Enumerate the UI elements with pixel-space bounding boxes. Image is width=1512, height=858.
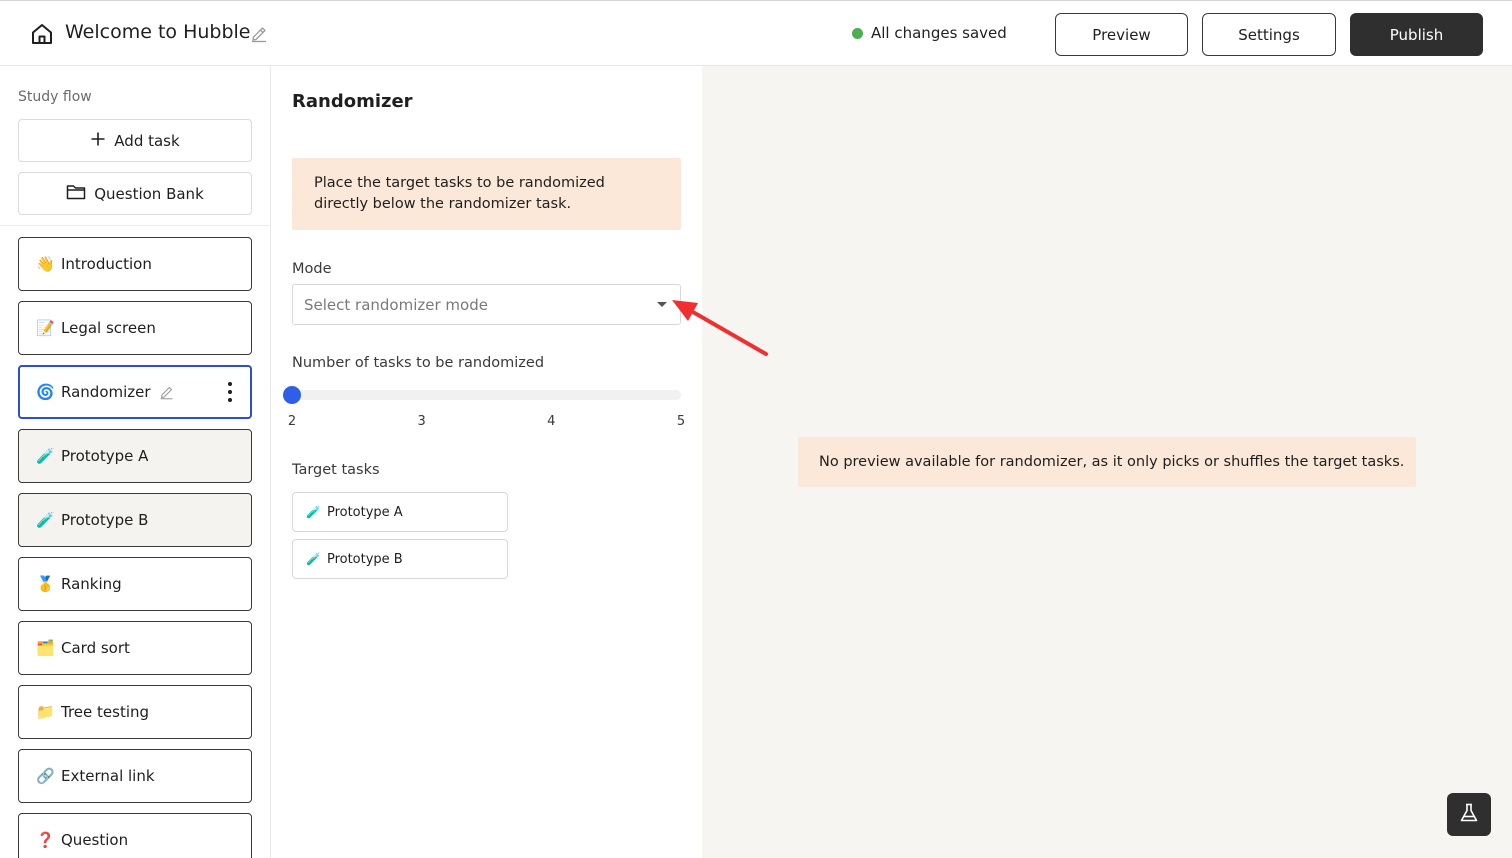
question-mark-icon: ❓: [36, 831, 55, 849]
slider-tick: 4: [547, 414, 556, 429]
caret-down-icon: [657, 302, 667, 307]
question-bank-button[interactable]: Question Bank: [18, 172, 252, 215]
slider-tick: 2: [287, 414, 297, 429]
randomize-count-label: Number of tasks to be randomized: [292, 355, 545, 371]
memo-icon: 📝: [36, 319, 55, 337]
slider-tick: 3: [417, 414, 426, 429]
settings-button[interactable]: Settings: [1202, 13, 1336, 56]
question-bank-label: Question Bank: [94, 184, 204, 203]
top-bar: Welcome to Hubble All changes saved Prev…: [0, 0, 1512, 66]
study-title: Welcome to Hubble: [65, 21, 251, 43]
slider-tick: 5: [676, 414, 686, 429]
target-task-chip[interactable]: 🧪 Prototype B: [292, 539, 508, 579]
task-label: Prototype B: [61, 511, 149, 529]
saved-status-dot: [852, 27, 863, 39]
sidebar-item-ranking[interactable]: 🥇 Ranking: [18, 557, 252, 611]
save-status: All changes saved: [852, 24, 1007, 42]
task-label: External link: [61, 767, 155, 785]
mode-label: Mode: [292, 261, 332, 277]
task-label: Ranking: [61, 575, 122, 593]
preview-area: No preview available for randomizer, as …: [702, 66, 1512, 858]
annotation-arrow: [672, 300, 768, 356]
plus-icon: [90, 131, 106, 151]
sidebar-item-introduction[interactable]: 👋 Introduction: [18, 237, 252, 291]
task-label: Prototype A: [61, 447, 149, 465]
sidebar-item-legal-screen[interactable]: 📝 Legal screen: [18, 301, 252, 355]
sidebar-item-prototype-a[interactable]: 🧪 Prototype A: [18, 429, 252, 483]
home-icon[interactable]: [30, 22, 54, 46]
publish-button[interactable]: Publish: [1350, 13, 1483, 56]
test-tube-icon: 🧪: [36, 511, 55, 529]
pencil-icon[interactable]: [250, 25, 268, 43]
add-task-label: Add task: [114, 131, 180, 150]
randomizer-info-box: Place the target tasks to be randomized …: [292, 158, 681, 230]
task-label: Randomizer: [61, 383, 151, 401]
target-task-chip[interactable]: 🧪 Prototype A: [292, 492, 508, 532]
randomize-count-slider-thumb[interactable]: [283, 386, 301, 404]
target-tasks-label: Target tasks: [292, 462, 380, 478]
sidebar-item-external-link[interactable]: 🔗 External link: [18, 749, 252, 803]
sidebar-divider: [0, 225, 270, 226]
medal-icon: 🥇: [36, 575, 55, 593]
folder-icon: [66, 184, 86, 204]
sidebar-item-tree-testing[interactable]: 📁 Tree testing: [18, 685, 252, 739]
waving-hand-icon: 👋: [36, 255, 55, 273]
randomize-count-slider-track[interactable]: [292, 390, 681, 400]
save-status-label: All changes saved: [871, 24, 1007, 42]
panel-title: Randomizer: [292, 91, 413, 112]
flask-icon: [1458, 802, 1480, 828]
task-label: Introduction: [61, 255, 152, 273]
sidebar-item-question[interactable]: ❓ Question: [18, 813, 252, 858]
pencil-icon[interactable]: [159, 385, 174, 400]
task-label: Tree testing: [61, 703, 150, 721]
mode-select[interactable]: Select randomizer mode: [292, 284, 681, 325]
folder-icon: 📁: [36, 703, 55, 721]
preview-unavailable-note: No preview available for randomizer, as …: [798, 437, 1416, 487]
test-tube-icon: 🧪: [306, 552, 321, 566]
link-icon: 🔗: [36, 767, 55, 785]
test-tube-icon: 🧪: [36, 447, 55, 465]
sidebar-item-card-sort[interactable]: 🗂️ Card sort: [18, 621, 252, 675]
cyclone-icon: 🌀: [36, 383, 55, 401]
mode-select-placeholder: Select randomizer mode: [304, 295, 488, 314]
target-task-label: Prototype A: [326, 504, 403, 520]
task-label: Question: [61, 831, 129, 849]
sidebar-item-prototype-b[interactable]: 🧪 Prototype B: [18, 493, 252, 547]
task-label: Card sort: [61, 639, 130, 657]
task-label: Legal screen: [61, 319, 156, 337]
test-tube-icon: 🧪: [306, 505, 321, 519]
flask-button[interactable]: [1447, 793, 1491, 836]
card-index-icon: 🗂️: [36, 639, 55, 657]
preview-button[interactable]: Preview: [1055, 13, 1188, 56]
sidebar-item-randomizer[interactable]: 🌀 Randomizer: [18, 365, 252, 419]
sidebar-heading: Study flow: [18, 89, 92, 105]
add-task-button[interactable]: Add task: [18, 119, 252, 162]
target-task-label: Prototype B: [326, 551, 403, 567]
randomizer-settings-panel: Randomizer Place the target tasks to be …: [272, 66, 702, 858]
kebab-menu-icon[interactable]: [227, 382, 233, 402]
study-flow-sidebar: Study flow Add task Question Bank 👋 Intr…: [0, 66, 271, 858]
